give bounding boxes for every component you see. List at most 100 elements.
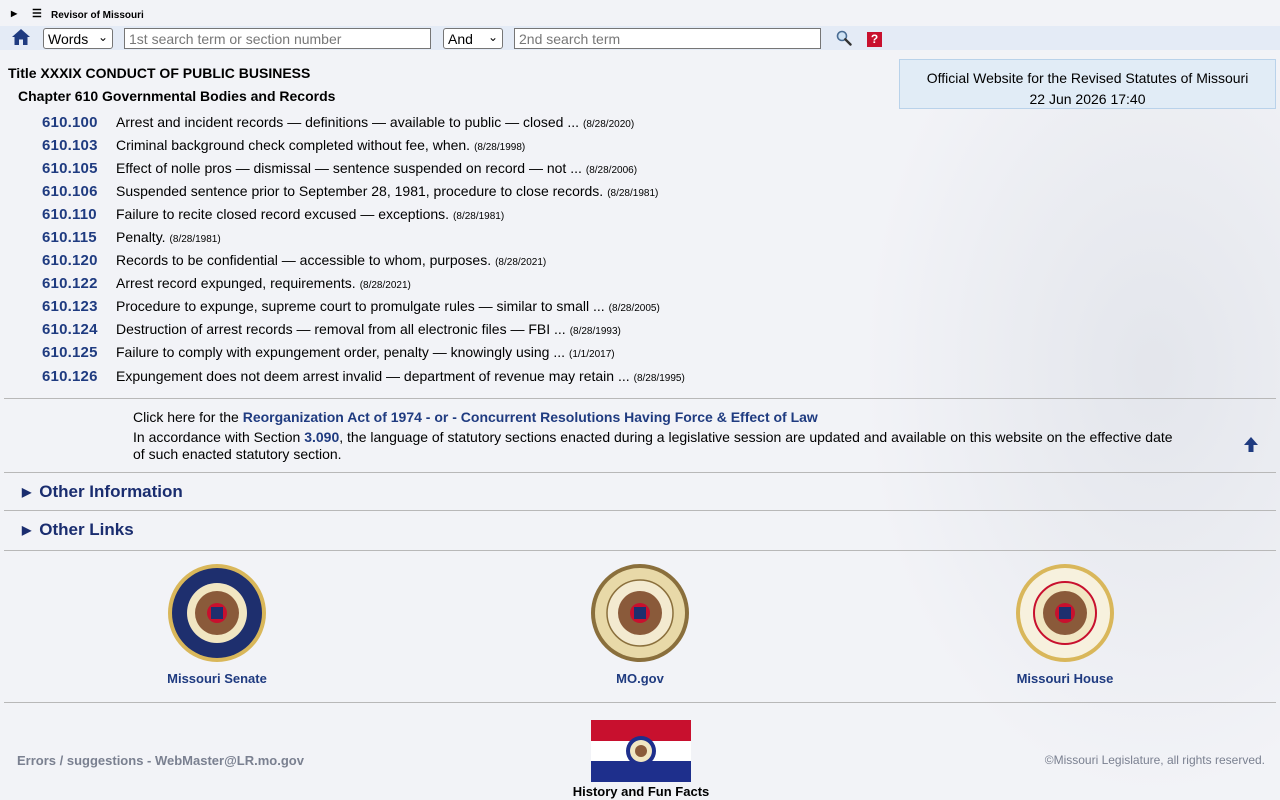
site-name: Revisor of Missouri: [51, 10, 144, 21]
divider: [4, 510, 1276, 511]
reorganization-line: Click here for the Reorganization Act of…: [133, 409, 1173, 426]
section-number-link[interactable]: 610.122: [42, 275, 98, 292]
reorganization-prefix: Click here for the: [133, 409, 239, 425]
expand-triangle-icon: ▶: [22, 485, 32, 499]
scroll-to-top-icon[interactable]: [1242, 436, 1260, 454]
section-row: 610.122 Arrest record expunged, requirem…: [0, 272, 900, 294]
divider: [4, 398, 1276, 399]
section-row: 610.126 Expungement does not deem arrest…: [0, 365, 900, 387]
section-description: Arrest and incident records — definition…: [116, 114, 635, 130]
boolean-operator-select[interactable]: And ⌄: [443, 28, 503, 49]
other-links-label: Other Links: [39, 520, 134, 539]
section-date: (8/28/2006): [585, 165, 638, 176]
reorganization-act-link[interactable]: Reorganization Act of 1974 - or - Concur…: [243, 409, 818, 425]
section-row: 610.125 Failure to comply with expungeme…: [0, 341, 900, 363]
search-input-2-placeholder: 2nd search term: [519, 30, 621, 47]
section-row: 610.103 Criminal background check comple…: [0, 134, 900, 156]
senate-seal-link[interactable]: Missouri Senate: [117, 563, 317, 686]
missouri-flag-icon[interactable]: [591, 720, 691, 782]
section-description: Suspended sentence prior to September 28…: [116, 183, 659, 199]
section-description: Failure to comply with expungement order…: [116, 344, 615, 360]
help-icon[interactable]: ?: [867, 32, 882, 47]
expand-triangle-icon[interactable]: ▶: [11, 9, 17, 18]
other-information-toggle[interactable]: ▶ Other Information: [22, 482, 183, 502]
menu-icon[interactable]: ☰: [32, 7, 42, 20]
section-date: (8/28/2021): [495, 257, 547, 268]
search-icon[interactable]: [836, 30, 852, 46]
section-row: 610.105 Effect of nolle pros — dismissal…: [0, 157, 900, 179]
section-number-link[interactable]: 610.124: [42, 321, 98, 338]
section-row: 610.100 Arrest and incident records — de…: [0, 111, 900, 133]
section-date: (8/28/1981): [607, 188, 659, 199]
other-information-label: Other Information: [39, 482, 183, 501]
section-description: Criminal background check completed with…: [116, 137, 526, 153]
section-row: 610.106 Suspended sentence prior to Sept…: [0, 180, 900, 202]
search-input-1[interactable]: 1st search term or section number: [124, 28, 431, 49]
search-mode-select[interactable]: Words ⌄: [43, 28, 113, 49]
house-seal-link[interactable]: Missouri House: [965, 563, 1165, 686]
chevron-down-icon: ⌄: [97, 30, 108, 44]
search-input-1-placeholder: 1st search term or section number: [129, 30, 342, 47]
section-description: Arrest record expunged, requirements. (8/…: [116, 275, 411, 291]
section-number-link[interactable]: 610.103: [42, 137, 98, 154]
section-description: Failure to recite closed record excused …: [116, 206, 505, 222]
divider: [4, 472, 1276, 473]
official-website-text: Official Website for the Revised Statute…: [926, 70, 1249, 86]
expand-triangle-icon: ▶: [22, 523, 32, 537]
section-3090-link[interactable]: 3.090: [304, 429, 339, 445]
search-input-2[interactable]: 2nd search term: [514, 28, 821, 49]
section-description: Penalty. (8/28/1981): [116, 229, 221, 245]
section-row: 610.123 Procedure to expunge, supreme co…: [0, 295, 900, 317]
section-description: Expungement does not deem arrest invalid…: [116, 368, 685, 384]
history-fun-facts-link[interactable]: History and Fun Facts: [541, 784, 741, 799]
section-number-link[interactable]: 610.105: [42, 160, 98, 177]
section-row: 610.115 Penalty. (8/28/1981): [0, 226, 900, 248]
chevron-down-icon: ⌄: [487, 30, 498, 44]
divider: [4, 550, 1276, 551]
search-bar: Words ⌄ 1st search term or section numbe…: [0, 26, 1280, 50]
section-date: (8/28/1998): [474, 142, 526, 153]
section-date: (1/1/2017): [569, 349, 615, 360]
section-date: (8/28/1993): [569, 326, 621, 337]
effective-date-paragraph: In accordance with Section 3.090, the la…: [133, 429, 1173, 462]
section-date: (8/28/2021): [359, 280, 411, 291]
section-number-link[interactable]: 610.123: [42, 298, 98, 315]
section-row: 610.110 Failure to recite closed record …: [0, 203, 900, 225]
section-number-link[interactable]: 610.106: [42, 183, 98, 200]
section-description: Destruction of arrest records — removal …: [116, 321, 621, 337]
section-date: (8/28/1981): [453, 211, 505, 222]
top-bar: ▶ ☰ Revisor of Missouri: [0, 0, 1280, 26]
missouri-house-seal-icon: [1016, 564, 1114, 662]
webmaster-contact[interactable]: Errors / suggestions - WebMaster@LR.mo.g…: [17, 753, 304, 768]
home-icon[interactable]: [11, 27, 31, 47]
other-links-toggle[interactable]: ▶ Other Links: [22, 520, 134, 540]
section-description: Records to be confidential — accessible …: [116, 252, 547, 268]
section-number-link[interactable]: 610.115: [42, 229, 97, 246]
chapter-heading: Chapter 610 Governmental Bodies and Reco…: [18, 88, 336, 104]
section-number-link[interactable]: 610.125: [42, 344, 98, 361]
mo-gov-seal-link[interactable]: MO.gov: [540, 563, 740, 686]
house-label[interactable]: Missouri House: [965, 671, 1165, 686]
section-date: (8/28/2005): [608, 303, 660, 314]
section-number-link[interactable]: 610.120: [42, 252, 98, 269]
current-datetime: 22 Jun 2026 17:40: [1029, 91, 1146, 107]
section-description: Procedure to expunge, supreme court to p…: [116, 298, 660, 314]
reorganization-notice: Click here for the Reorganization Act of…: [133, 409, 1173, 463]
mo-gov-label[interactable]: MO.gov: [540, 671, 740, 686]
copyright-text: ©Missouri Legislature, all rights reserv…: [1044, 753, 1265, 767]
section-date: (8/28/1995): [633, 373, 685, 384]
section-description: Effect of nolle pros — dismissal — sente…: [116, 160, 638, 176]
divider: [4, 702, 1276, 703]
missouri-senate-seal-icon: [168, 564, 266, 662]
title-heading: Title XXXIX CONDUCT OF PUBLIC BUSINESS: [8, 65, 311, 81]
senate-label[interactable]: Missouri Senate: [117, 671, 317, 686]
section-row: 610.120 Records to be confidential — acc…: [0, 249, 900, 271]
section-number-link[interactable]: 610.126: [42, 368, 98, 385]
boolean-operator-value: And: [448, 30, 473, 47]
section-date: (8/28/1981): [169, 234, 221, 245]
section-date: (8/28/2020): [583, 119, 635, 130]
section-number-link[interactable]: 610.110: [42, 206, 97, 223]
section-number-link[interactable]: 610.100: [42, 114, 98, 131]
section-row: 610.124 Destruction of arrest records — …: [0, 318, 900, 340]
official-website-box: Official Website for the Revised Statute…: [899, 59, 1276, 109]
